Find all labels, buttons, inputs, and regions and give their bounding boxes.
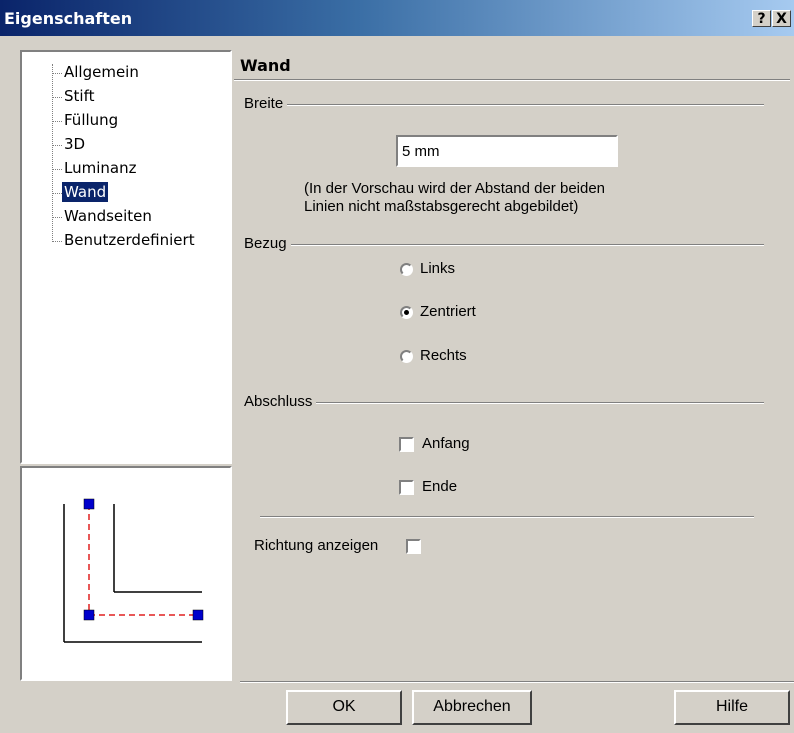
ok-button[interactable]: OK xyxy=(286,690,402,725)
radio-rechts[interactable] xyxy=(400,350,413,363)
preview-handle-start xyxy=(83,498,95,510)
tree-item-wandseiten[interactable]: Wandseiten xyxy=(62,206,154,226)
radio-selected-dot xyxy=(404,310,409,315)
breite-label: Breite xyxy=(244,95,288,112)
tree-item-luminanz[interactable]: Luminanz xyxy=(62,158,138,178)
tree-item-benutzerdefiniert[interactable]: Benutzerdefiniert xyxy=(62,230,197,250)
richtung-label[interactable]: Richtung anzeigen xyxy=(254,537,378,554)
preview-note-line2: Linien nicht maßstabsgerecht abgebildet) xyxy=(304,198,579,215)
title-divider xyxy=(234,79,790,81)
cancel-button[interactable]: Abbrechen xyxy=(412,690,532,725)
checkbox-richtung[interactable] xyxy=(406,539,421,554)
wall-preview xyxy=(20,466,232,681)
checkbox-anfang[interactable] xyxy=(399,437,414,452)
category-tree: Allgemein Stift Füllung 3D Luminanz Wand… xyxy=(20,50,232,464)
radio-zentriert-label[interactable]: Zentriert xyxy=(420,303,476,320)
checkbox-ende[interactable] xyxy=(399,480,414,495)
richtung-divider xyxy=(260,516,754,518)
radio-links[interactable] xyxy=(400,263,413,276)
bezug-label: Bezug xyxy=(244,235,291,252)
tree-item-3d[interactable]: 3D xyxy=(62,134,87,154)
wall-preview-drawing xyxy=(63,498,204,643)
preview-note-line1: (In der Vorschau wird der Abstand der be… xyxy=(304,180,606,197)
abschluss-group-line xyxy=(244,402,764,404)
section-title: Wand xyxy=(240,56,291,75)
bezug-group-line xyxy=(244,244,764,246)
help-title-button[interactable]: ? xyxy=(752,10,771,27)
tree-item-stift[interactable]: Stift xyxy=(62,86,96,106)
tree-connector xyxy=(52,64,53,242)
help-button[interactable]: Hilfe xyxy=(674,690,790,725)
checkbox-ende-label[interactable]: Ende xyxy=(422,478,457,495)
checkbox-anfang-label[interactable]: Anfang xyxy=(422,435,470,452)
breite-group-line xyxy=(244,104,764,106)
footer-divider xyxy=(240,681,794,683)
abschluss-label: Abschluss xyxy=(244,393,317,410)
preview-handle-end xyxy=(192,609,204,621)
radio-rechts-label[interactable]: Rechts xyxy=(420,347,467,364)
radio-zentriert[interactable] xyxy=(400,306,413,319)
window-title: Eigenschaften xyxy=(4,9,133,28)
preview-handle-corner xyxy=(83,609,95,621)
radio-links-label[interactable]: Links xyxy=(420,260,455,277)
close-button[interactable]: X xyxy=(772,10,791,27)
tree-item-allgemein[interactable]: Allgemein xyxy=(62,62,141,82)
tree-item-wand[interactable]: Wand xyxy=(62,182,109,202)
breite-input[interactable] xyxy=(396,135,618,167)
tree-item-fuellung[interactable]: Füllung xyxy=(62,110,120,130)
